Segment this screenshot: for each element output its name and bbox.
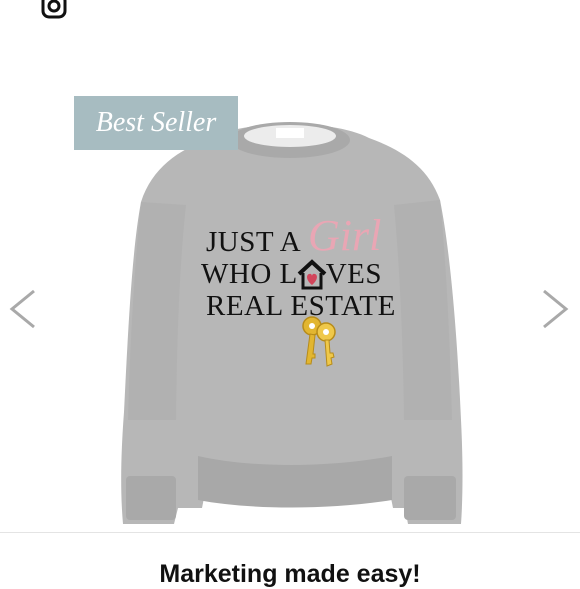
caption-text: Marketing made easy! <box>159 560 421 588</box>
shirt-print: JUST A Girl WHO L VES REAL ESTATE <box>0 0 580 532</box>
divider <box>0 532 580 533</box>
house-heart-icon <box>297 259 327 290</box>
product-image: Best Seller JUST A Girl WHO L VES REAL ES… <box>0 0 580 532</box>
print-line-2-start: WHO L <box>201 258 298 290</box>
keys-icon <box>302 316 336 367</box>
chevron-right-icon[interactable] <box>538 288 572 330</box>
chevron-left-icon[interactable] <box>6 288 40 330</box>
print-line-2: WHO L VES <box>201 258 382 291</box>
print-girl-script: Girl <box>308 211 382 260</box>
print-line-1: JUST A <box>206 226 302 258</box>
print-line-2-end: VES <box>325 258 383 290</box>
